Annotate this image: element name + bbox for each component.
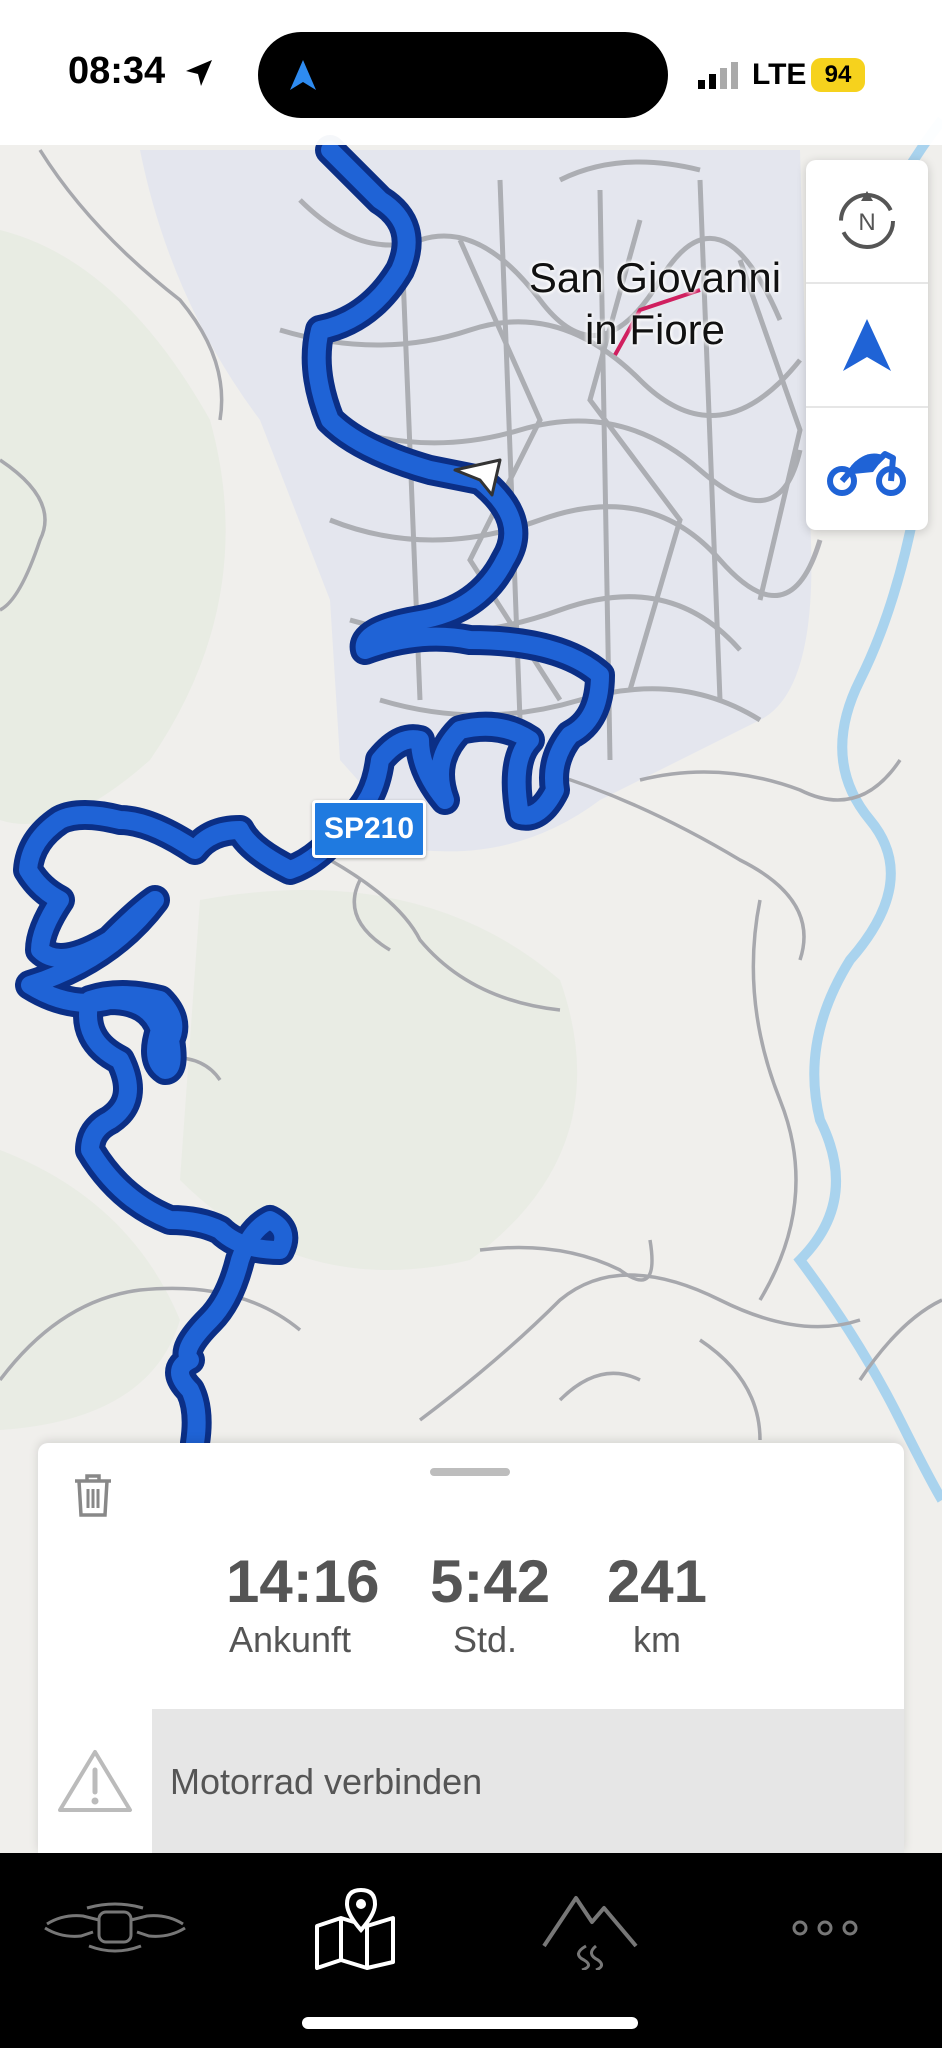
arrival-value: 14:16 — [226, 1548, 380, 1615]
status-time: 08:34 — [68, 50, 166, 92]
vehicle-button[interactable] — [806, 408, 928, 530]
tab-routes[interactable] — [540, 1873, 640, 1983]
compass-button[interactable]: N — [806, 160, 928, 284]
duration-stat: 5:42 Std. — [430, 1548, 551, 1662]
tab-ride[interactable] — [40, 1873, 190, 1983]
arrival-label: Ankunft — [228, 1619, 352, 1660]
city-label: San Giovanni in Fiore — [505, 252, 805, 356]
map-controls: N — [806, 160, 928, 530]
arrival-stat: 14:16 Ankunft — [226, 1548, 380, 1662]
warning-triangle-icon — [58, 1750, 132, 1812]
handlebar-icon — [44, 1902, 186, 1953]
trash-icon[interactable] — [71, 1471, 115, 1519]
navigation-arrow-icon — [290, 60, 316, 90]
distance-stat: 241 km — [602, 1548, 712, 1662]
more-dots-icon — [792, 1920, 858, 1936]
duration-label: Std. — [452, 1619, 518, 1660]
city-label-line2: in Fiore — [584, 306, 726, 353]
map-pin-icon — [315, 1887, 395, 1970]
duration-value: 5:42 — [430, 1548, 551, 1615]
tab-more[interactable] — [780, 1873, 870, 1983]
road-badge: SP210 — [312, 800, 426, 858]
status-bar: 08:34 LTE 94 — [0, 0, 942, 145]
svg-text:N: N — [858, 209, 875, 236]
distance-value: 241 — [606, 1548, 708, 1615]
battery-level: 94 — [811, 58, 865, 92]
dynamic-island — [258, 32, 668, 118]
warning-icon-box — [38, 1709, 152, 1853]
signal-strength-icon — [698, 62, 738, 89]
connect-motorcycle-row[interactable]: Motorrad verbinden — [38, 1709, 904, 1853]
sheet-handle[interactable] — [430, 1468, 510, 1476]
connect-motorcycle-label: Motorrad verbinden — [170, 1761, 483, 1802]
home-indicator — [302, 2017, 638, 2029]
tab-map[interactable] — [300, 1873, 410, 1983]
recenter-button[interactable] — [806, 284, 928, 408]
route-summary-sheet[interactable]: 14:16 Ankunft 5:42 Std. 241 km Motorrad … — [38, 1443, 904, 1853]
city-label-line1: San Giovanni — [528, 254, 782, 301]
distance-label: km — [633, 1619, 681, 1660]
location-arrow-icon — [186, 60, 212, 86]
navigation-arrow-icon — [843, 319, 891, 371]
tab-bar — [0, 1853, 942, 2048]
network-type: LTE — [752, 58, 807, 91]
compass-north-icon: N — [839, 191, 895, 249]
motorcycle-icon — [827, 451, 906, 496]
mountain-road-icon — [542, 1896, 638, 1970]
